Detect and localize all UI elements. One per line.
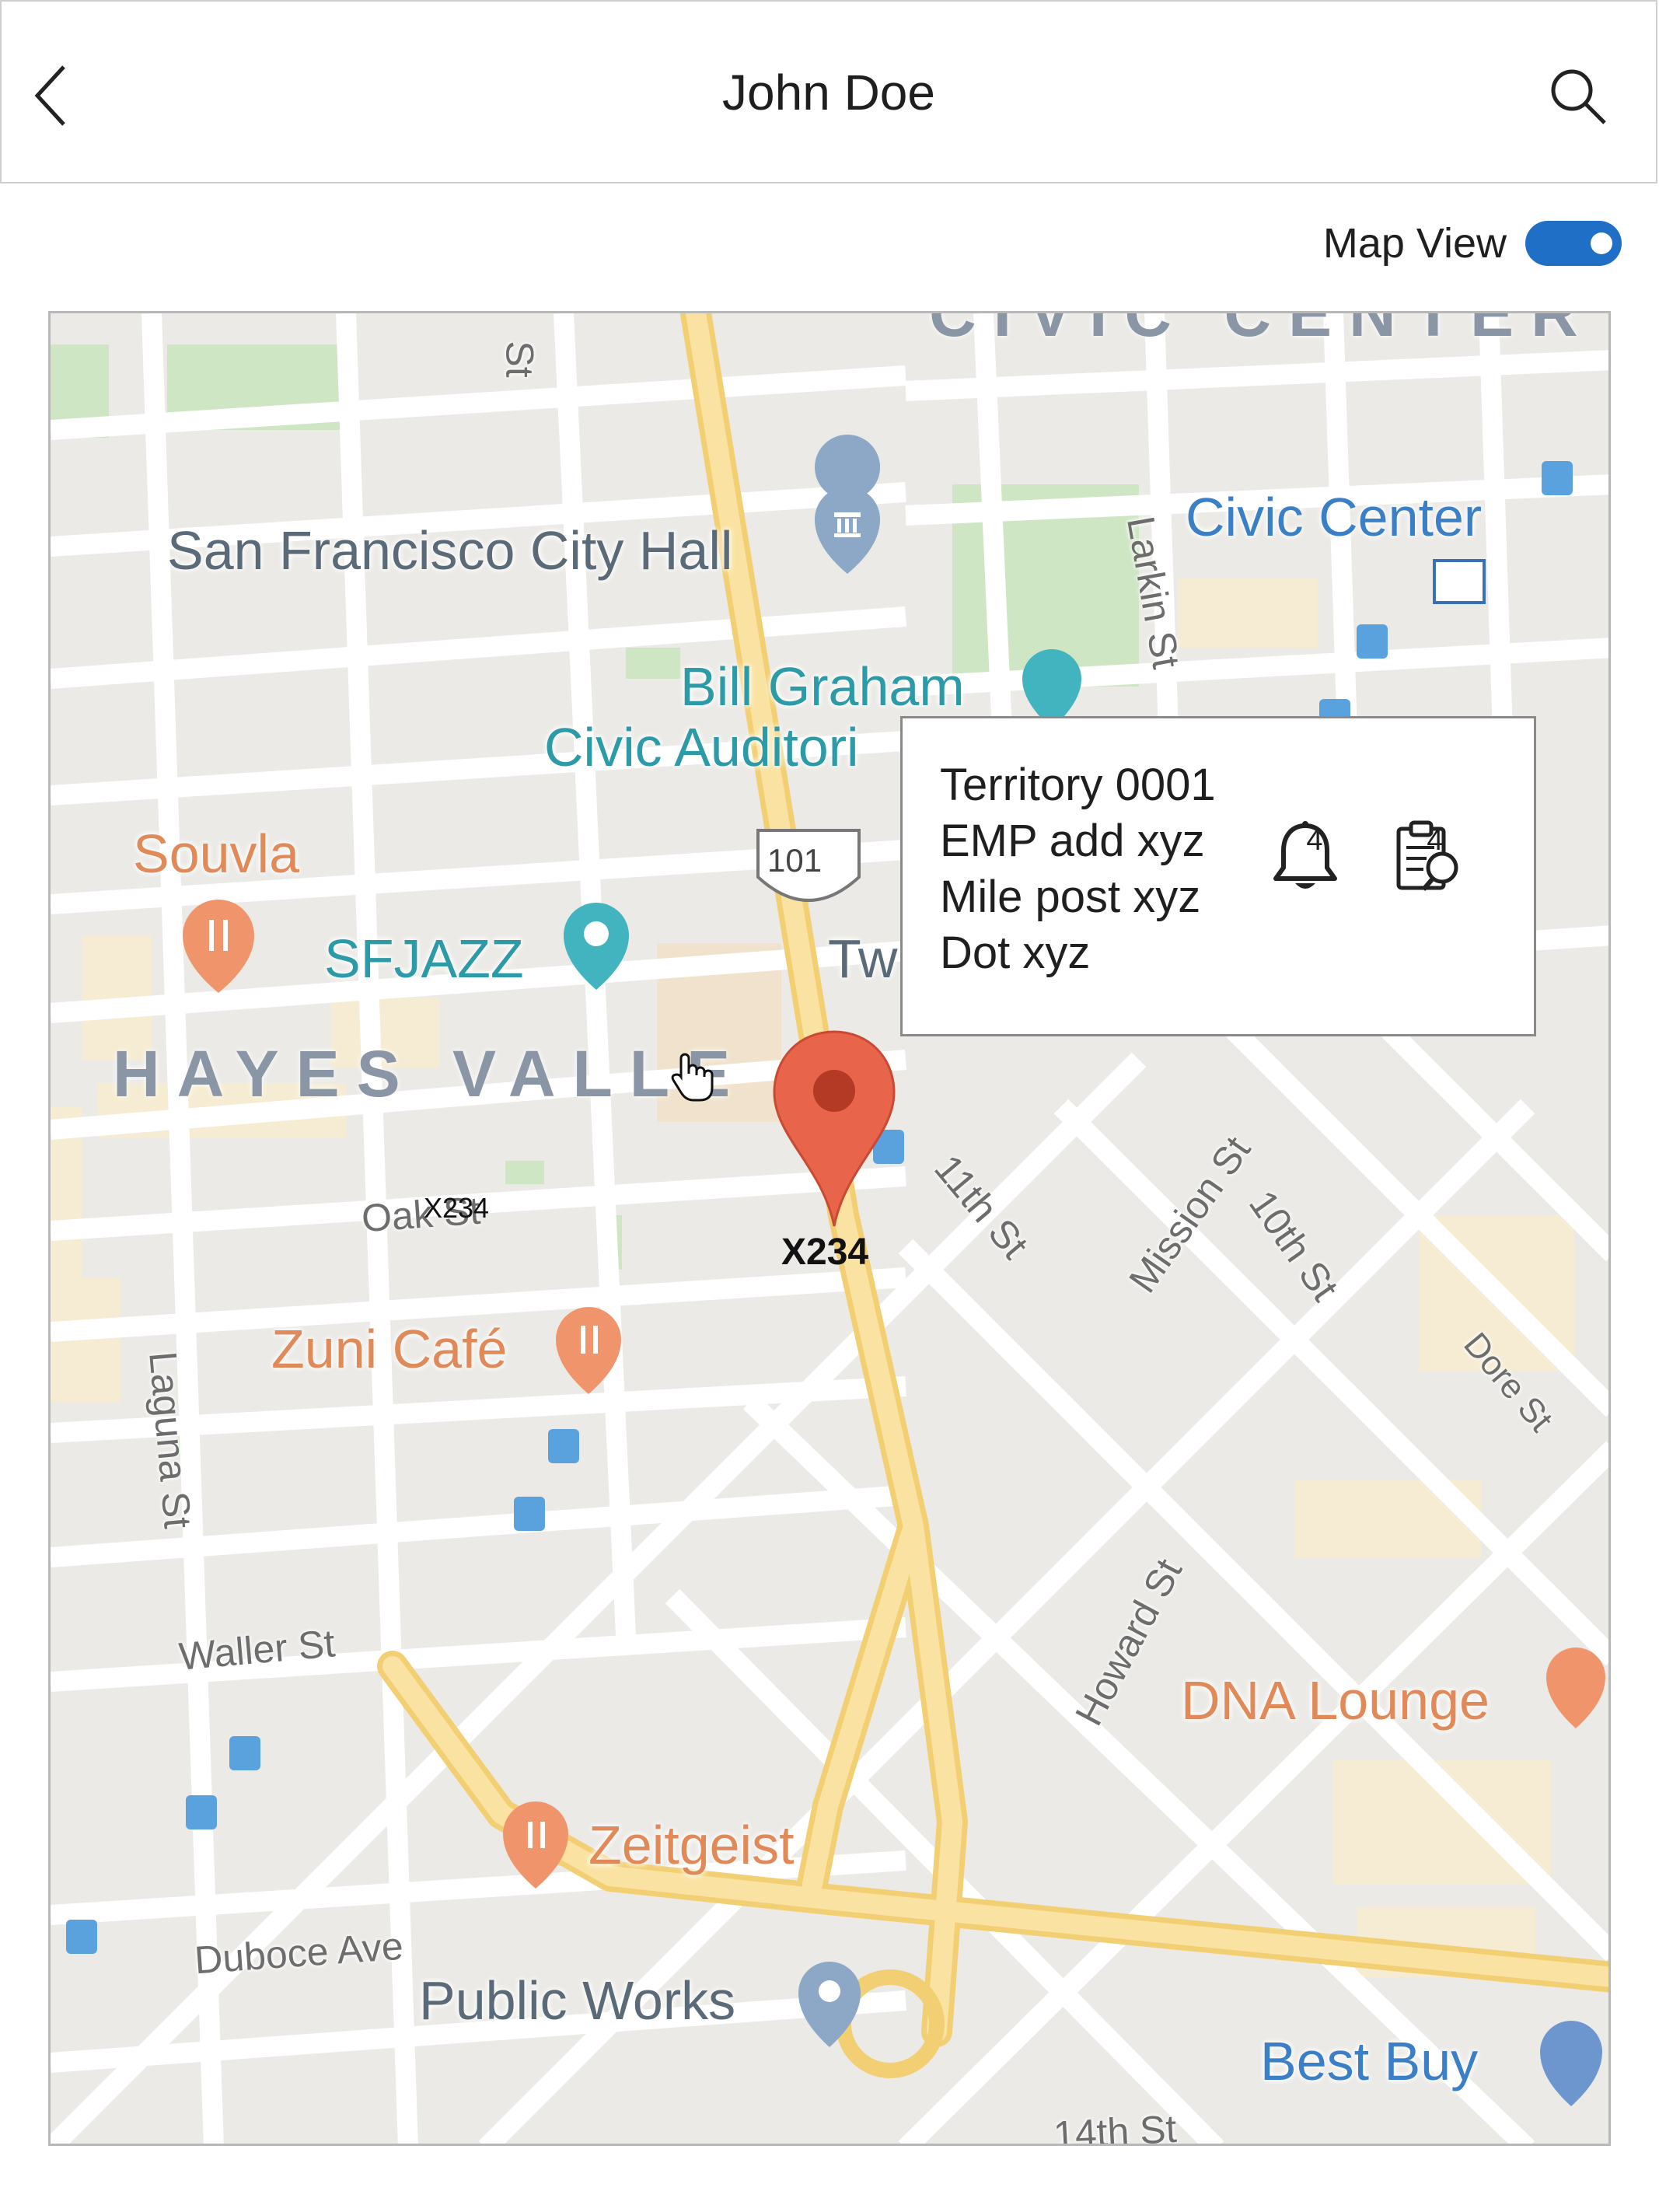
city-hall-label: San Francisco City Hall: [167, 520, 733, 581]
location-pin-icon[interactable]: [768, 1027, 900, 1229]
toggle-knob: [1591, 232, 1612, 254]
bart-station-icon: [1433, 559, 1486, 604]
secondary-marker-label: X234: [424, 1192, 490, 1224]
bell-icon: [1273, 821, 1337, 889]
search-icon[interactable]: [1549, 67, 1608, 126]
dna-lounge-label: DNA Lounge: [1181, 1670, 1490, 1731]
best-buy-label: Best Buy: [1260, 2031, 1479, 2091]
map-base: [51, 313, 1608, 2144]
public-works-label: Public Works: [419, 1970, 736, 2031]
alerts-button[interactable]: 4: [1272, 819, 1357, 889]
14th-street-label: 14th St: [1052, 2106, 1178, 2146]
zeitgeist-label: Zeitgeist: [589, 1815, 795, 1875]
hayes-valley-label: HAYES VALLE: [113, 1037, 748, 1110]
civic-center-label: Civic Center: [1186, 487, 1483, 547]
twitter-building-label: Tw: [828, 928, 898, 989]
emp-address-line: EMP add xyz: [940, 816, 1205, 866]
map-view-toggle[interactable]: [1525, 221, 1622, 266]
popup-details: Territory 0001 EMP add xyz Mile post xyz…: [940, 757, 1216, 981]
bill-graham-label-line2: Civic Auditori: [544, 717, 859, 778]
page-title: John Doe: [722, 65, 935, 121]
map-view[interactable]: San Francisco City Hall Bill Graham Civi…: [48, 311, 1611, 2146]
territory-line: Territory 0001: [940, 760, 1216, 810]
inspections-button[interactable]: 4: [1392, 819, 1478, 891]
clipboard-search-icon: [1396, 820, 1458, 891]
hand-cursor-icon: [671, 1053, 714, 1102]
sfjazz-label: SFJAZZ: [324, 928, 524, 989]
map-view-label: Map View: [1322, 220, 1507, 267]
territory-popup[interactable]: Territory 0001 EMP add xyz Mile post xyz…: [900, 716, 1536, 1036]
app-header: John Doe: [0, 0, 1657, 183]
street-top-label: St: [498, 341, 542, 378]
bill-graham-label-line1: Bill Graham: [680, 656, 965, 717]
zuni-cafe-label: Zuni Café: [271, 1319, 508, 1379]
dot-line: Dot xyz: [940, 928, 1091, 978]
souvla-label: Souvla: [133, 823, 300, 884]
pin-label: X234: [781, 1232, 869, 1273]
map-view-toggle-row: Map View: [1323, 216, 1622, 271]
highway-101-label: 101: [767, 842, 823, 879]
civic-center-district-label: CIVIC CENTER: [929, 311, 1595, 350]
mile-post-line: Mile post xyz: [940, 872, 1201, 922]
